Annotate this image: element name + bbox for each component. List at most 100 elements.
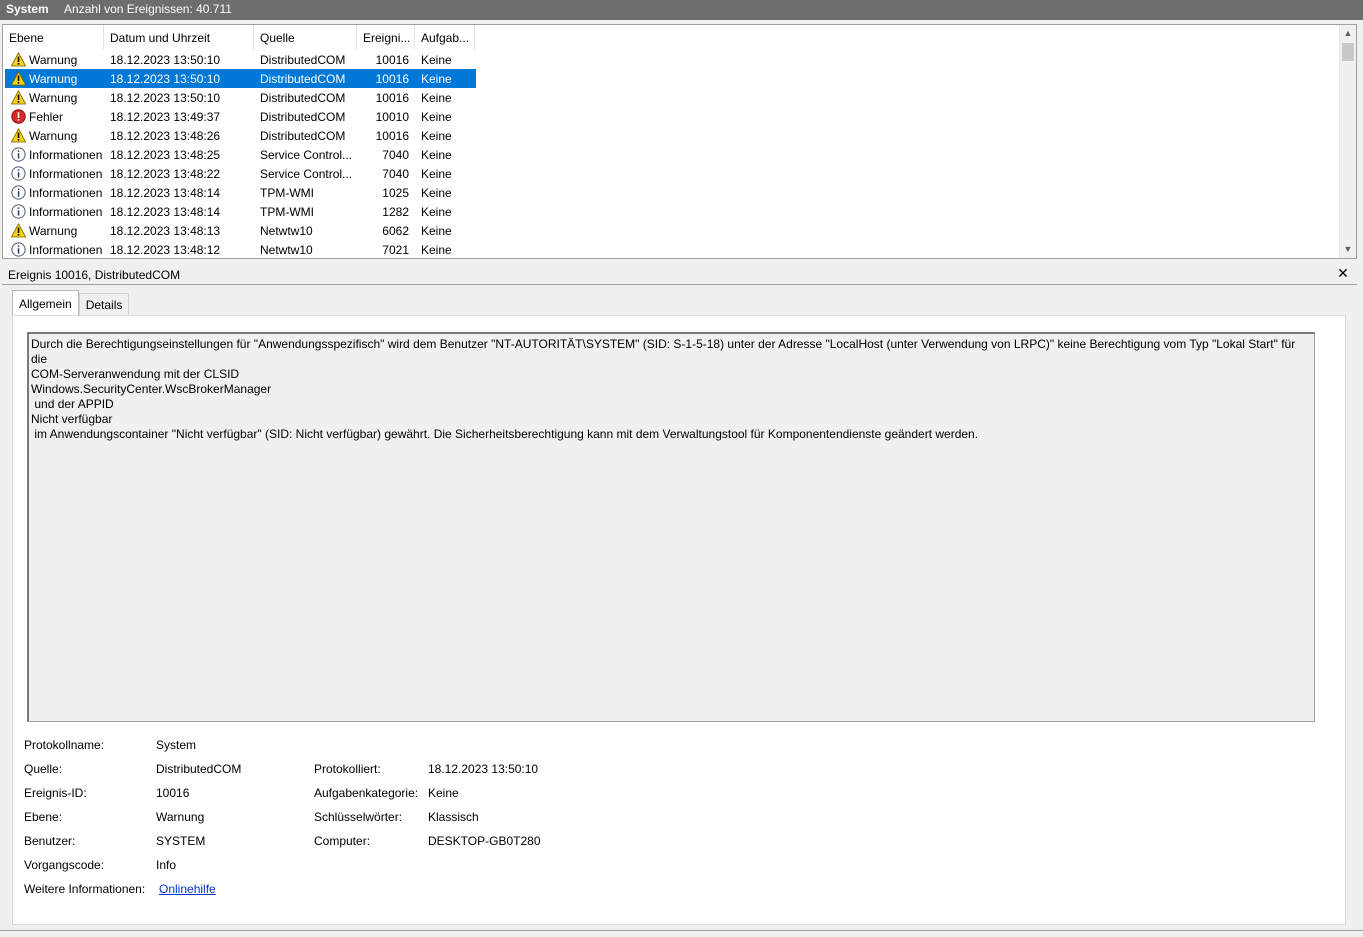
event-list-scrollbar[interactable]: ▲ ▼ <box>1339 25 1356 258</box>
event-source: DistributedCOM <box>260 109 346 124</box>
event-datetime: 18.12.2023 13:50:10 <box>110 71 221 86</box>
event-level-text: Warnung <box>29 128 78 143</box>
prop-value-quelle: DistributedCOM <box>156 762 242 776</box>
detail-tabs: Allgemein Details <box>12 290 130 316</box>
log-header: System Anzahl von Ereignissen: 40.711 <box>0 0 1363 20</box>
event-level: Warnung <box>5 128 104 143</box>
event-datetime: 18.12.2023 13:48:25 <box>110 147 221 162</box>
event-level: Warnung <box>5 90 104 105</box>
event-task-category: Keine <box>421 223 452 238</box>
event-level-text: Informationen <box>29 242 103 257</box>
event-row[interactable]: Warnung 18.12.2023 13:50:10 DistributedCOM… <box>5 69 476 88</box>
prop-label-protokollname: Protokollname: <box>24 738 105 752</box>
event-task-category: Keine <box>421 166 452 181</box>
prop-label-weitere-informationen: Weitere Informationen: <box>24 882 146 896</box>
event-level-text: Informationen <box>29 204 103 219</box>
tab-allgemein[interactable]: Allgemein <box>12 290 79 315</box>
event-description[interactable]: Durch die Berechtigungseinstellungen für… <box>27 332 1315 722</box>
event-source: Netwtw10 <box>260 223 313 238</box>
event-row[interactable]: Informationen 18.12.2023 13:48:12 Netwtw10… <box>5 240 476 258</box>
event-task-category: Keine <box>421 52 452 67</box>
event-row[interactable]: Informationen 18.12.2023 13:48:14 TPM-WMI 1… <box>5 183 476 202</box>
event-row[interactable]: Informationen 18.12.2023 13:48:22 Service … <box>5 164 476 183</box>
event-datetime: 18.12.2023 13:48:14 <box>110 185 221 200</box>
detail-title: Ereignis 10016, DistributedCOM <box>2 264 1357 285</box>
event-row[interactable]: Informationen 18.12.2023 13:48:14 TPM-WMI 1… <box>5 202 476 221</box>
event-row[interactable]: Informationen 18.12.2023 13:48:25 Service … <box>5 145 476 164</box>
event-datetime: 18.12.2023 13:49:37 <box>110 109 221 124</box>
event-level-text: Warnung <box>29 71 78 86</box>
scroll-down-icon[interactable]: ▼ <box>1340 241 1356 258</box>
column-header-quelle[interactable]: Quelle <box>254 25 357 50</box>
event-level-text: Informationen <box>29 185 103 200</box>
event-id: 7021 <box>382 242 409 257</box>
event-id: 10016 <box>375 71 409 86</box>
event-level-text: Fehler <box>29 109 64 124</box>
close-icon[interactable]: ✕ <box>1335 265 1351 281</box>
event-source: DistributedCOM <box>260 71 346 86</box>
info-icon <box>11 185 26 200</box>
event-list[interactable]: Ebene Datum und Uhrzeit Quelle Ereigni..… <box>2 24 1357 259</box>
event-id: 1282 <box>382 204 409 219</box>
prop-value-aufgabenkategorie: Keine <box>428 786 459 800</box>
event-id: 10016 <box>375 90 409 105</box>
prop-value-vorgangscode: Info <box>156 858 177 872</box>
column-header-aufgabenkategorie[interactable]: Aufgab... <box>415 25 475 50</box>
prop-label-vorgangscode: Vorgangscode: <box>24 858 105 872</box>
error-icon <box>11 109 26 124</box>
event-level: Informationen <box>5 166 104 181</box>
warning-icon <box>11 223 26 238</box>
column-header-datum[interactable]: Datum und Uhrzeit <box>104 25 254 50</box>
prop-value-schluesselwoerter: Klassisch <box>428 810 479 824</box>
scroll-up-icon[interactable]: ▲ <box>1340 25 1356 42</box>
event-level: Warnung <box>5 71 104 86</box>
event-source: Service Control... <box>260 166 353 181</box>
tab-details[interactable]: Details <box>78 293 130 315</box>
event-rows: Warnung 18.12.2023 13:50:10 DistributedCOM… <box>5 50 476 258</box>
event-row[interactable]: Warnung 18.12.2023 13:50:10 DistributedCOM… <box>5 88 476 107</box>
event-source: DistributedCOM <box>260 128 346 143</box>
event-task-category: Keine <box>421 242 452 257</box>
event-level: Informationen <box>5 147 104 162</box>
event-row[interactable]: Warnung 18.12.2023 13:50:10 DistributedCOM… <box>5 50 476 69</box>
scroll-thumb[interactable] <box>1342 43 1354 61</box>
prop-label-protokolliert: Protokolliert: <box>314 762 381 776</box>
event-level: Warnung <box>5 52 104 67</box>
event-task-category: Keine <box>421 147 452 162</box>
prop-value-benutzer: SYSTEM <box>156 834 206 848</box>
event-row[interactable]: Fehler 18.12.2023 13:49:37 DistributedCOM 1… <box>5 107 476 126</box>
event-source: Service Control... <box>260 147 353 162</box>
event-task-category: Keine <box>421 109 452 124</box>
event-level: Fehler <box>5 109 104 124</box>
prop-label-aufgabenkategorie: Aufgabenkategorie: <box>314 786 419 800</box>
event-task-category: Keine <box>421 185 452 200</box>
prop-value-computer: DESKTOP-GB0T280 <box>428 834 541 848</box>
event-source: DistributedCOM <box>260 52 346 67</box>
event-id: 7040 <box>382 147 409 162</box>
prop-label-ebene: Ebene: <box>24 810 63 824</box>
onlinehilfe-link[interactable]: Onlinehilfe <box>159 882 216 896</box>
info-icon <box>11 166 26 181</box>
event-datetime: 18.12.2023 13:48:13 <box>110 223 221 238</box>
event-level-text: Informationen <box>29 147 103 162</box>
prop-value-ebene: Warnung <box>156 810 205 824</box>
event-level-text: Informationen <box>29 166 103 181</box>
prop-label-ereignis-id: Ereignis-ID: <box>24 786 87 800</box>
event-datetime: 18.12.2023 13:48:12 <box>110 242 221 257</box>
column-header-ebene[interactable]: Ebene <box>3 25 104 50</box>
event-id: 6062 <box>382 223 409 238</box>
event-level: Informationen <box>5 185 104 200</box>
event-row[interactable]: Warnung 18.12.2023 13:48:26 DistributedCOM… <box>5 126 476 145</box>
info-icon <box>11 204 26 219</box>
prop-label-quelle: Quelle: <box>24 762 63 776</box>
event-datetime: 18.12.2023 13:50:10 <box>110 52 221 67</box>
prop-value-protokolliert: 18.12.2023 13:50:10 <box>428 762 539 776</box>
bottom-border <box>0 930 1363 937</box>
event-id: 10016 <box>375 128 409 143</box>
prop-value-ereignis-id: 10016 <box>156 786 190 800</box>
warning-icon <box>11 128 26 143</box>
prop-label-schluesselwoerter: Schlüsselwörter: <box>314 810 403 824</box>
info-icon <box>11 147 26 162</box>
event-row[interactable]: Warnung 18.12.2023 13:48:13 Netwtw10 6062 Ke… <box>5 221 476 240</box>
column-header-ereignis-id[interactable]: Ereigni... <box>357 25 415 50</box>
